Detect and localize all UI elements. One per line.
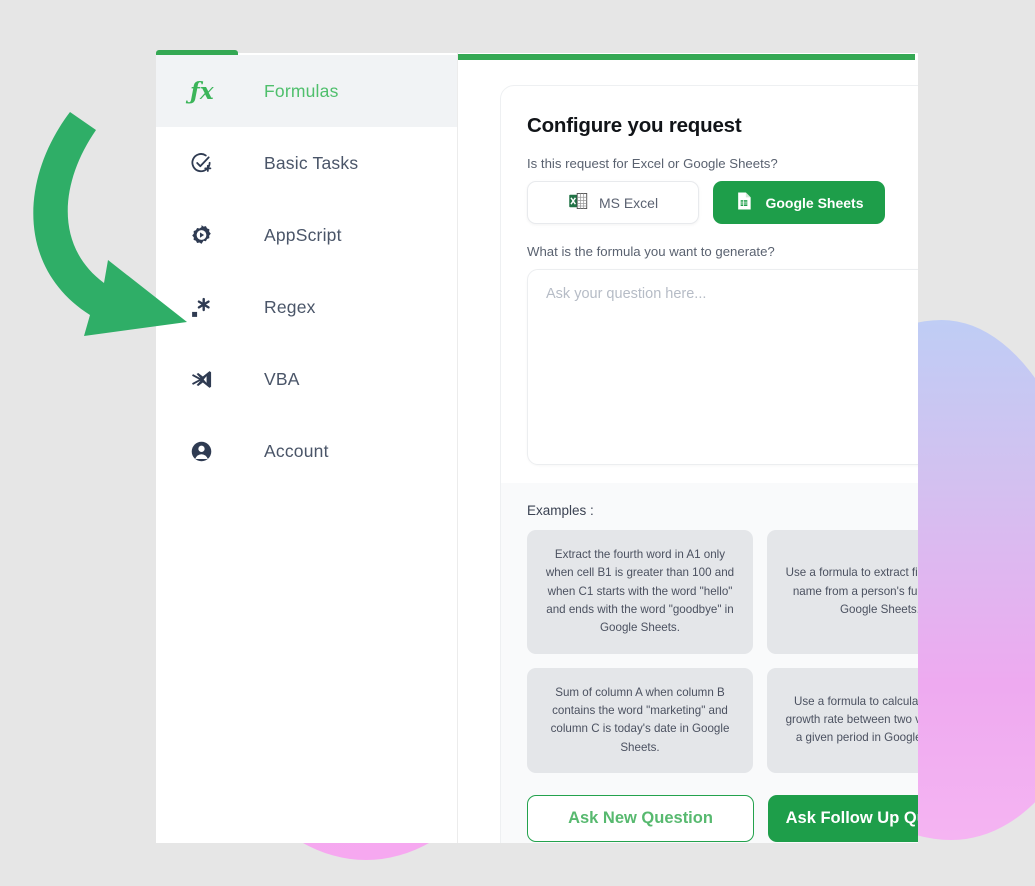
platform-toggle-group: MS Excel Google Sheets <box>527 181 918 224</box>
excel-icon <box>568 191 588 214</box>
sidebar-item-basic-tasks[interactable]: Basic Tasks <box>156 127 457 199</box>
formula-question-label: What is the formula you want to generate… <box>527 244 775 259</box>
ms-excel-label: MS Excel <box>598 194 659 211</box>
check-plus-icon <box>190 152 224 175</box>
ask-new-question-button[interactable]: Ask New Question <box>527 794 754 842</box>
action-button-row: Ask New Question Ask Follow Up Question <box>527 794 918 842</box>
sidebar-item-appscript[interactable]: AppScript <box>156 199 457 271</box>
question-input[interactable]: Ask your question here... <box>527 269 918 465</box>
app-window: ƒx Formulas Basic Tasks AppScript Regex … <box>156 53 918 843</box>
person-icon <box>190 440 224 463</box>
sidebar-item-vba[interactable]: VBA <box>156 343 457 415</box>
example-card[interactable]: Use a formula to extract first and last … <box>767 530 918 654</box>
main-panel: Configure you request Is this request fo… <box>458 53 918 843</box>
sidebar-item-label: AppScript <box>264 224 342 245</box>
example-card[interactable]: Sum of column A when column B contains t… <box>527 667 753 773</box>
asterisk-icon <box>190 296 224 319</box>
sidebar: ƒx Formulas Basic Tasks AppScript Regex … <box>156 53 458 843</box>
ms-excel-button[interactable]: MS Excel <box>527 181 699 224</box>
examples-heading: Examples : <box>527 503 594 518</box>
sidebar-item-account[interactable]: Account <box>156 415 457 487</box>
configure-request-card: Configure you request Is this request fo… <box>500 85 918 843</box>
gear-play-icon <box>190 224 224 247</box>
vba-chevron-icon <box>190 368 224 391</box>
examples-section: Examples : Extract the fourth word in A1… <box>501 483 918 843</box>
sheets-icon <box>734 191 754 214</box>
examples-grid: Extract the fourth word in A1 only when … <box>527 530 918 773</box>
google-sheets-button[interactable]: Google Sheets <box>713 181 885 224</box>
sidebar-top-accent-bar <box>156 50 238 55</box>
sidebar-item-label: VBA <box>264 368 300 389</box>
fx-icon: ƒx <box>190 77 214 105</box>
ask-follow-up-button[interactable]: Ask Follow Up Question <box>768 794 918 842</box>
sidebar-item-label: Formulas <box>264 80 339 101</box>
sidebar-item-label: Account <box>264 440 329 461</box>
example-card[interactable]: Use a formula to calculate annual growth… <box>767 667 918 773</box>
sidebar-item-label: Basic Tasks <box>264 152 359 173</box>
main-top-accent-bar <box>458 54 915 60</box>
platform-question-label: Is this request for Excel or Google Shee… <box>527 156 778 171</box>
sidebar-item-label: Regex <box>264 296 316 317</box>
page-title: Configure you request <box>527 114 742 137</box>
sidebar-item-formulas[interactable]: ƒx Formulas <box>156 55 457 127</box>
google-sheets-label: Google Sheets <box>765 194 864 211</box>
example-card[interactable]: Extract the fourth word in A1 only when … <box>527 530 753 654</box>
sidebar-item-regex[interactable]: Regex <box>156 271 457 343</box>
